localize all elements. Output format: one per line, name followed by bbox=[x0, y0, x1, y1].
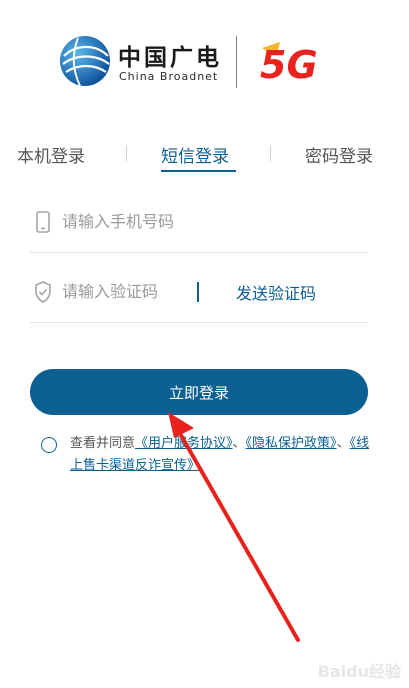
tab-password-login[interactable]: 密码登录 bbox=[305, 142, 373, 167]
verification-code-field: 发送验证码 bbox=[30, 263, 368, 323]
agreement-text: 查看并同意《用户服务协议》、《隐私保护政策》、《线上售卡渠道反诈宣传》 bbox=[70, 433, 370, 477]
phone-input[interactable] bbox=[62, 206, 282, 236]
agreement-radio[interactable] bbox=[41, 437, 57, 453]
active-tab-indicator bbox=[161, 170, 236, 172]
phone-icon bbox=[36, 211, 50, 233]
china-broadnet-globe-icon bbox=[60, 36, 110, 87]
verification-code-input[interactable] bbox=[62, 276, 192, 306]
login-button[interactable]: 立即登录 bbox=[30, 369, 368, 415]
brand-header: 中国广电 China Broadnet 5G bbox=[58, 30, 358, 90]
brand-divider bbox=[236, 36, 237, 88]
tab-local-login[interactable]: 本机登录 bbox=[17, 142, 85, 167]
shield-check-icon bbox=[35, 281, 51, 303]
brand-name-cn: 中国广电 bbox=[118, 45, 222, 71]
tab-sms-login[interactable]: 短信登录 bbox=[161, 142, 229, 167]
agreement-separator: 、 bbox=[336, 436, 350, 451]
annotation-arrow bbox=[168, 412, 300, 642]
privacy-policy-link[interactable]: 《隐私保护政策》 bbox=[246, 436, 337, 451]
send-code-button[interactable]: 发送验证码 bbox=[236, 280, 316, 304]
phone-field bbox=[30, 193, 368, 253]
logo-5g: 5G bbox=[260, 42, 318, 84]
code-separator bbox=[197, 282, 199, 302]
user-agreement-link[interactable]: 《用户服务协议》 bbox=[135, 436, 233, 451]
tab-separator bbox=[270, 145, 271, 161]
login-tabs: 本机登录 短信登录 密码登录 bbox=[0, 142, 409, 176]
baidu-watermark: Baidu经验 bbox=[317, 662, 401, 681]
agreement-prefix: 查看并同意 bbox=[70, 436, 136, 451]
tab-separator bbox=[126, 145, 127, 161]
brand-name-en: China Broadnet bbox=[119, 70, 219, 83]
agreement-separator: 、 bbox=[232, 436, 246, 451]
svg-text:5G: 5G bbox=[260, 43, 318, 84]
login-page: 中国广电 China Broadnet 5G 本机登录 短信登录 密码登录 发送… bbox=[0, 0, 409, 688]
